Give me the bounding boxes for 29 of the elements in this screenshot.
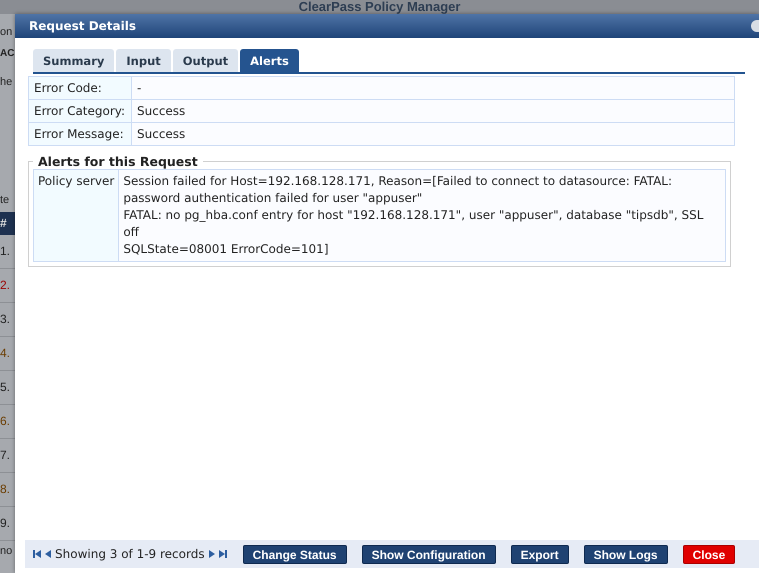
alert-message: SQLState=08001 ErrorCode=101] [123, 241, 330, 258]
footer-button[interactable]: Show Configuration [362, 544, 496, 564]
field-value: - [132, 76, 734, 100]
table-header: # [0, 212, 15, 235]
field-value: Success [132, 122, 734, 146]
tab[interactable]: Alerts [240, 49, 299, 72]
field-label: Error Category: [28, 100, 132, 122]
footer-button[interactable]: Close [682, 544, 736, 564]
section-title: Alerts for this Request [37, 154, 199, 169]
tab[interactable]: Input [116, 49, 171, 72]
app-title: ClearPass Policy Manager [298, 0, 460, 14]
dialog-title: Request Details [28, 19, 136, 33]
tab[interactable]: Output [172, 49, 238, 72]
alert-message: Session failed for Host=192.168.128.171, Reason=[Failed to connect to datasource: FATAL: password authentication failed for user "appuser" [123, 173, 673, 207]
page-text: te [0, 194, 10, 208]
field-value: Success [132, 100, 734, 122]
page-text: no [0, 544, 14, 559]
page-text: he [0, 76, 14, 90]
alert-message: FATAL: no pg_hba.conf entry for host "192.168.128.171", user "appuser", database "tipsdb", SSL off [123, 207, 704, 241]
tab[interactable]: Summary [33, 49, 114, 72]
footer-button[interactable]: Change Status [242, 544, 347, 564]
footer-button[interactable]: Show Logs [584, 544, 668, 564]
field-label: Error Message: [28, 122, 132, 146]
footer-button[interactable]: Export [510, 544, 569, 564]
page-text: AC [0, 48, 15, 61]
page-text: on [0, 26, 14, 40]
record-status: Showing 3 of 1-9 records [55, 547, 205, 561]
table-cell: Policy server [34, 170, 119, 262]
field-label: Error Code: [28, 76, 132, 100]
